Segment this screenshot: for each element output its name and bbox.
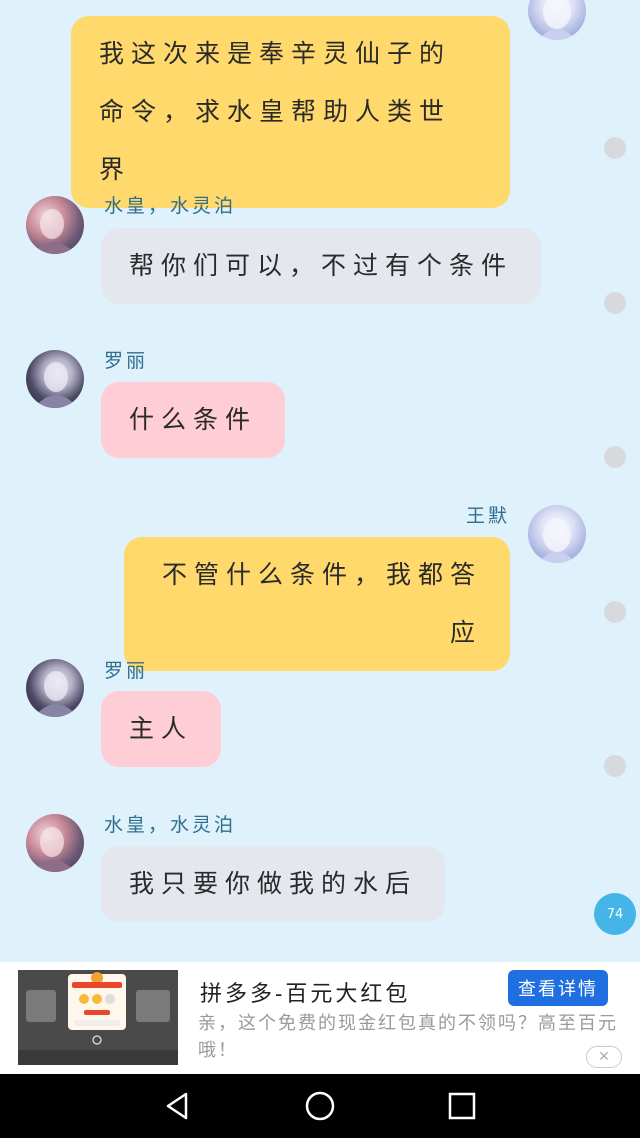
sender-name: 水皇，水灵泊 <box>104 814 237 836</box>
message-text: 什么条件 <box>129 405 258 434</box>
chat-area: 我这次来是奉辛灵仙子的命令，求水皇帮助人类世界 水皇，水灵泊 帮你们可以，不过有… <box>0 0 640 962</box>
message-bubble[interactable]: 什么条件 <box>101 382 286 458</box>
system-navigation-bar <box>0 1074 640 1138</box>
sender-name: 水皇，水灵泊 <box>104 195 237 217</box>
message-bubble[interactable]: 我这次来是奉辛灵仙子的命令，求水皇帮助人类世界 <box>71 16 510 208</box>
sender-name: 王默 <box>466 505 511 527</box>
home-icon[interactable] <box>304 1090 336 1122</box>
message-bubble[interactable]: 帮你们可以，不过有个条件 <box>101 228 542 304</box>
ad-thumbnail-image[interactable] <box>18 970 178 1065</box>
unread-count-badge[interactable]: 74 <box>594 893 636 935</box>
message-bubble[interactable]: 主人 <box>101 691 222 767</box>
message-text: 帮你们可以，不过有个条件 <box>129 251 514 280</box>
message-status-dot <box>604 137 626 159</box>
ad-banner[interactable]: 拼多多-百元大红包 亲，这个免费的现金红包真的不领吗？高至百元哦！ 查看详情 ✕ <box>0 962 640 1074</box>
avatar-luoli[interactable] <box>26 659 84 717</box>
avatar-wangmo[interactable] <box>528 505 586 563</box>
message-text: 主人 <box>129 714 194 743</box>
avatar-luoli[interactable] <box>26 350 84 408</box>
sender-name: 罗丽 <box>104 660 149 682</box>
ad-description: 亲，这个免费的现金红包真的不领吗？高至百元哦！ <box>198 1013 618 1061</box>
message-bubble[interactable]: 我只要你做我的水后 <box>101 846 446 922</box>
message-text: 我只要你做我的水后 <box>129 869 418 898</box>
avatar-shuihuang[interactable] <box>26 196 84 254</box>
recents-icon[interactable] <box>446 1090 478 1122</box>
message-status-dot <box>604 601 626 623</box>
ad-view-details-button[interactable]: 查看详情 <box>508 970 608 1006</box>
message-status-dot <box>604 755 626 777</box>
message-bubble[interactable]: 不管什么条件，我都答应 <box>124 537 510 671</box>
message-status-dot <box>604 446 626 468</box>
message-text: 我这次来是奉辛灵仙子的命令，求水皇帮助人类世界 <box>99 39 452 184</box>
back-icon[interactable] <box>162 1090 194 1122</box>
avatar-shuihuang[interactable] <box>26 814 84 872</box>
sender-name: 罗丽 <box>104 350 149 372</box>
message-status-dot <box>604 292 626 314</box>
ad-title: 拼多多-百元大红包 <box>200 982 411 1007</box>
close-icon: ✕ <box>598 1049 610 1065</box>
ad-close-button[interactable]: ✕ <box>586 1046 622 1068</box>
message-text: 不管什么条件，我都答应 <box>161 560 482 647</box>
avatar-wangmo[interactable] <box>528 0 586 40</box>
